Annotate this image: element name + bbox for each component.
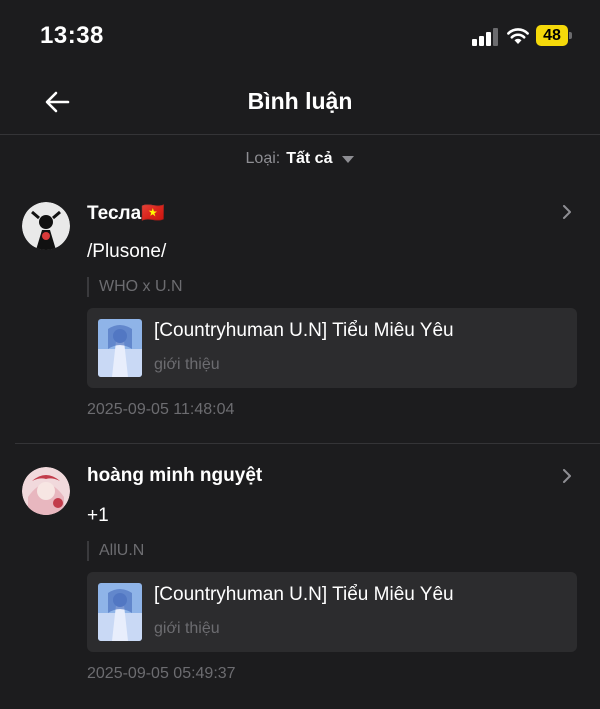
nav-bar: Bình luận bbox=[0, 70, 600, 135]
wifi-icon bbox=[507, 28, 529, 44]
comment-username[interactable]: Тесла🇻🇳 bbox=[87, 201, 165, 225]
book-subtitle: giới thiệu bbox=[154, 620, 220, 637]
comment-username[interactable]: hoàng minh nguyệt bbox=[87, 465, 262, 487]
caret-down-icon bbox=[342, 155, 355, 163]
comment-timestamp: 2025-09-05 11:48:04 bbox=[87, 401, 235, 418]
status-bar: 13:38 48 bbox=[0, 0, 600, 70]
book-subtitle: giới thiệu bbox=[154, 356, 220, 373]
book-cover bbox=[98, 583, 142, 641]
comment-text: /Plusone/ bbox=[87, 241, 167, 262]
avatar[interactable] bbox=[22, 467, 70, 515]
page-title: Bình luận bbox=[247, 88, 353, 114]
book-card[interactable]: [Countryhuman U.N] Tiểu Miêu Yêu giới th… bbox=[87, 572, 577, 652]
cellular-signal-icon bbox=[472, 28, 500, 46]
filter-dropdown[interactable]: Loại: Tất cả bbox=[246, 150, 355, 168]
status-time: 13:38 bbox=[40, 22, 104, 49]
book-title: [Countryhuman U.N] Tiểu Miêu Yêu bbox=[154, 320, 454, 341]
comment-quote: AllU.N bbox=[87, 541, 144, 561]
filter-value: Tất cả bbox=[286, 150, 333, 167]
comment-quote: WHO x U.N bbox=[87, 277, 183, 297]
chevron-right-icon[interactable] bbox=[560, 205, 574, 219]
battery-icon: 48 bbox=[536, 25, 572, 46]
book-card[interactable]: [Countryhuman U.N] Tiểu Miêu Yêu giới th… bbox=[87, 308, 577, 388]
comment-item: hoàng minh nguyệt +1 AllU.N [Countryhuma… bbox=[0, 453, 600, 709]
chevron-right-icon[interactable] bbox=[560, 469, 574, 483]
comment-item: Тесла🇻🇳 /Plusone/ WHO x U.N [Countryhuma… bbox=[0, 190, 600, 442]
book-cover bbox=[98, 319, 142, 377]
avatar[interactable] bbox=[22, 202, 70, 250]
book-title: [Countryhuman U.N] Tiểu Miêu Yêu bbox=[154, 584, 454, 605]
filter-label: Loại: bbox=[245, 150, 281, 167]
comment-text: +1 bbox=[87, 505, 109, 526]
battery-level: 48 bbox=[536, 25, 568, 46]
comment-divider bbox=[15, 443, 600, 444]
filter-row: Loại: Tất cả bbox=[0, 150, 600, 168]
comment-timestamp: 2025-09-05 05:49:37 bbox=[87, 665, 236, 682]
